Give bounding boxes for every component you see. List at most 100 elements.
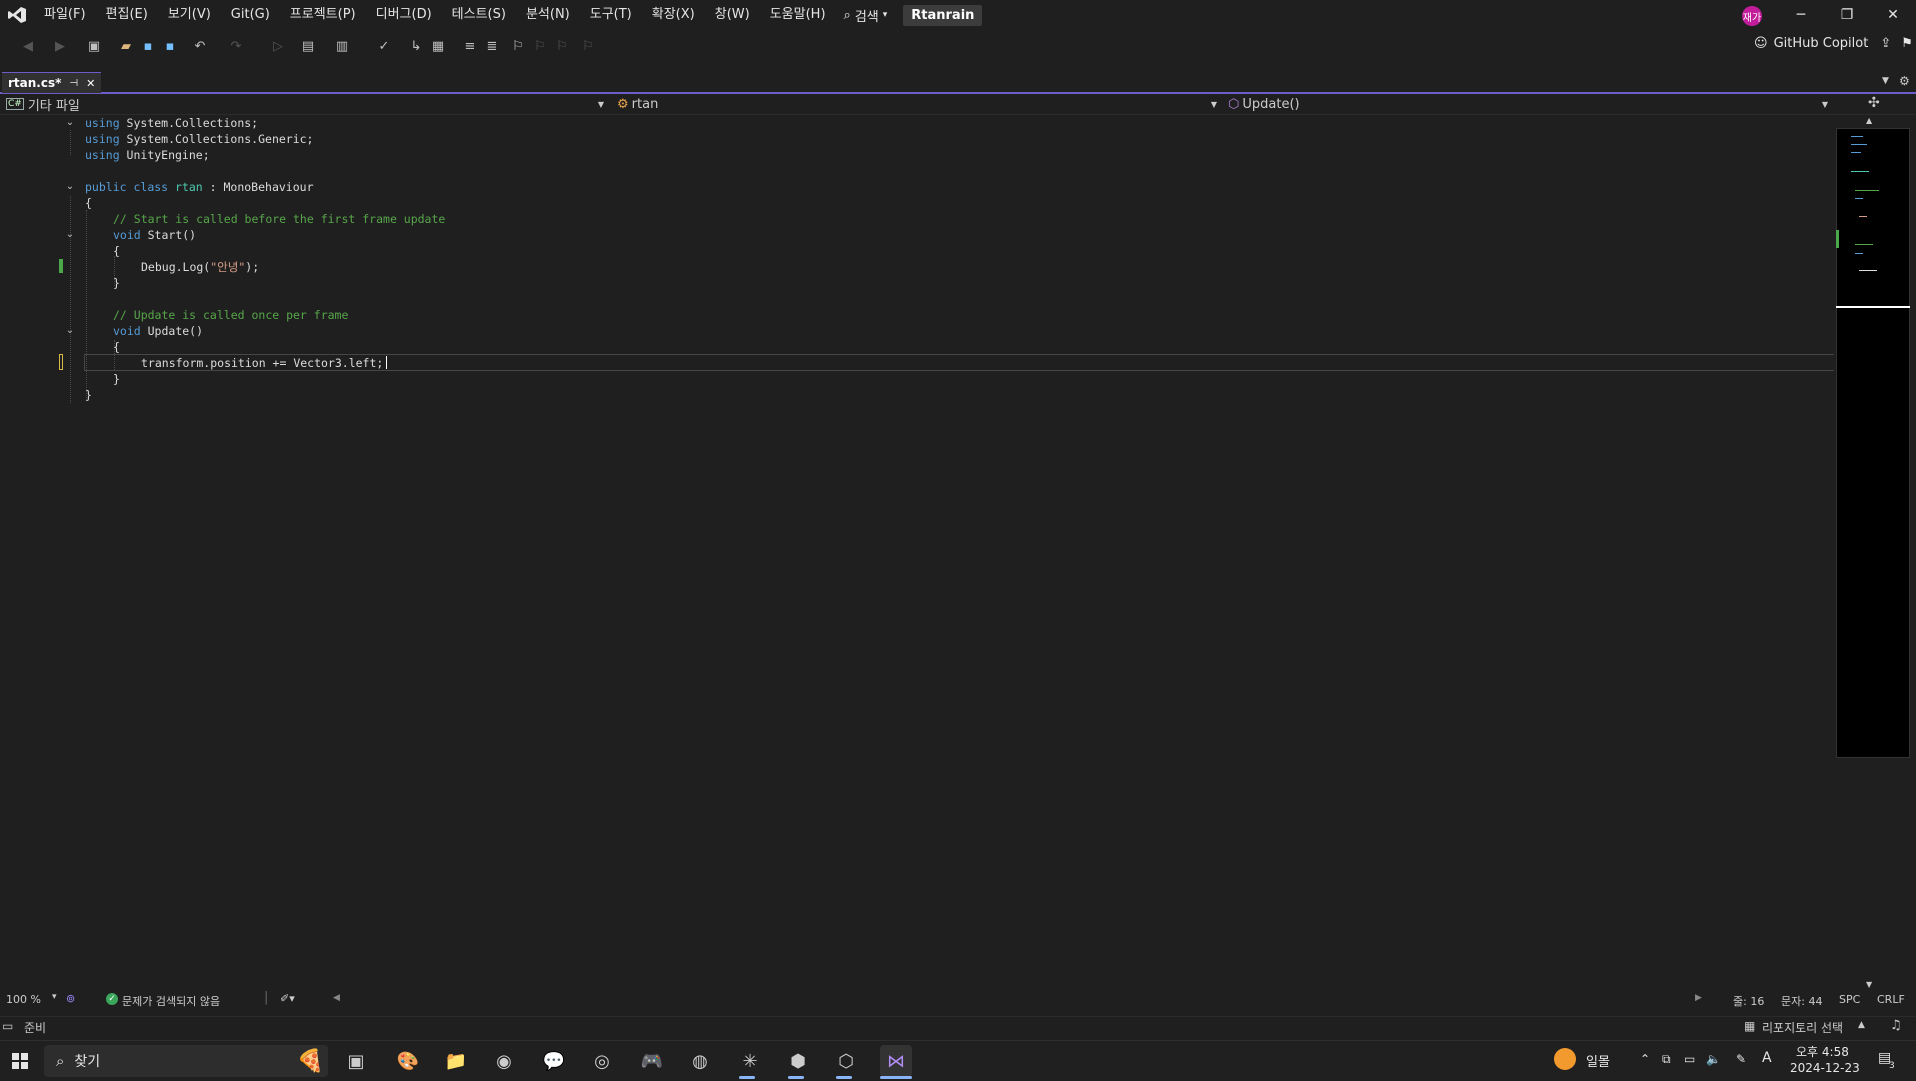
menu-extensions[interactable]: 확장(X) (642, 0, 705, 30)
layout-icon[interactable]: ▥ (332, 36, 352, 56)
input-method-indicator[interactable]: A (1762, 1050, 1772, 1066)
menu-help[interactable]: 도움말(H) (760, 0, 836, 30)
collapse-start-icon[interactable]: ⌄ (64, 229, 76, 241)
tab-rtan-cs[interactable]: rtan.cs* ⊣ ✕ (2, 72, 102, 93)
start-debug-icon[interactable]: ▷ (268, 36, 288, 56)
file-explorer-icon[interactable]: 📁 (440, 1045, 472, 1077)
chevron-up-icon[interactable]: ▲ (1858, 1020, 1865, 1030)
settings-gear-icon[interactable]: ⚙ (1899, 74, 1910, 88)
tray-expand-icon[interactable]: ⌃ (1640, 1052, 1650, 1066)
new-project-icon[interactable]: ▣ (84, 36, 104, 56)
scroll-up-icon[interactable]: ▲ (1866, 116, 1872, 125)
collapse-class-icon[interactable]: ⌄ (64, 181, 76, 193)
collapse-update-icon[interactable]: ⌄ (64, 325, 76, 337)
restore-button[interactable]: ❐ (1824, 0, 1870, 30)
member-dropdown[interactable]: ⬡ Update() ▼ (1228, 94, 1832, 114)
code-cleanup-icon[interactable]: ✐▾ (280, 992, 295, 1005)
tray-app-icon[interactable]: ⧉ (1662, 1052, 1671, 1067)
kakaotalk-icon[interactable]: 💬 (538, 1045, 570, 1077)
menu-debug[interactable]: 디버그(D) (366, 0, 442, 30)
system-app-icon[interactable]: ◎ (586, 1045, 618, 1077)
task-view-icon[interactable]: ▣ (340, 1045, 372, 1077)
save-icon[interactable]: ▪ (138, 36, 158, 56)
windows-start-icon[interactable] (4, 1045, 36, 1077)
chrome-icon[interactable]: ◉ (488, 1045, 520, 1077)
next-bookmark-icon[interactable]: ⚐ (552, 36, 572, 56)
pin-icon[interactable]: ⊣ (69, 78, 78, 89)
back-icon[interactable]: ◀ (18, 36, 38, 56)
select-repository-button[interactable]: 리포지토리 선택 (1762, 1019, 1843, 1036)
search-menu[interactable]: ⌕ 검색 ▾ (836, 0, 896, 30)
redo-icon[interactable]: ↷ (226, 36, 246, 56)
issues-status[interactable]: 문제가 검색되지 않음 (122, 993, 220, 1009)
minimize-button[interactable]: ─ (1778, 0, 1824, 30)
zoom-level[interactable]: 100 % (6, 993, 41, 1006)
column-number[interactable]: 문자: 44 (1781, 993, 1822, 1009)
comment-icon[interactable]: ≡ (460, 36, 480, 56)
menu-view[interactable]: 보기(V) (158, 0, 221, 30)
restore-icon: ❐ (1840, 7, 1854, 23)
close-button[interactable]: ✕ (1870, 0, 1916, 30)
menu-edit[interactable]: 편집(E) (96, 0, 158, 30)
code-editor[interactable] (0, 116, 1834, 992)
slack-icon[interactable]: ✳ (734, 1045, 766, 1077)
breakpoints-icon[interactable]: ▦ (428, 36, 448, 56)
menu-project[interactable]: 프로젝트(P) (280, 0, 366, 30)
code-line-9: { (113, 244, 120, 258)
menu-git[interactable]: Git(G) (221, 0, 280, 30)
notification-bell-icon[interactable]: ♫ (1890, 1018, 1902, 1033)
unity-hub-icon[interactable]: ⬢ (782, 1045, 814, 1077)
indent-mode[interactable]: SPC (1839, 993, 1860, 1006)
intellicode-icon[interactable]: ⊚ (66, 992, 75, 1005)
clock-time[interactable]: 오후 4:58 (1796, 1043, 1849, 1060)
menu-test[interactable]: 테스트(S) (442, 0, 516, 30)
menu-tools[interactable]: 도구(T) (580, 0, 642, 30)
save-all-icon[interactable]: ▪ (160, 36, 180, 56)
prev-bookmark-icon[interactable]: ⚐ (530, 36, 550, 56)
solution-name: Rtanrain (903, 4, 983, 26)
visual-studio-taskbar-icon[interactable]: ⋈ (880, 1045, 912, 1077)
line-number[interactable]: 줄: 16 (1733, 993, 1764, 1009)
undo-icon[interactable]: ↶ (190, 36, 210, 56)
scroll-right-icon[interactable]: ▶ (1695, 993, 1702, 1003)
discord-icon[interactable]: 🎮 (636, 1045, 668, 1077)
split-editor-icon[interactable]: ✣ (1868, 95, 1880, 111)
output-icon[interactable]: ▭ (2, 1019, 13, 1033)
forward-icon[interactable]: ▶ (50, 36, 70, 56)
uncomment-icon[interactable]: ≣ (482, 36, 502, 56)
menu-window[interactable]: 창(W) (705, 0, 760, 30)
zoom-dropdown-icon[interactable]: ▾ (52, 992, 57, 1002)
member-dropdown-label: Update() (1242, 96, 1300, 112)
menu-analyze[interactable]: 분석(N) (516, 0, 580, 30)
clear-bookmarks-icon[interactable]: ⚐ (578, 36, 598, 56)
step-icon[interactable]: ↳ (406, 36, 426, 56)
weather-sun-icon[interactable] (1554, 1048, 1576, 1070)
network-icon[interactable]: ▭ (1684, 1052, 1695, 1066)
tab-list-dropdown-icon[interactable]: ▼ (1882, 76, 1889, 86)
unity-editor-icon[interactable]: ⬡ (830, 1045, 862, 1077)
github-copilot-button[interactable]: ☺ GitHub Copilot ⇪ ⚑ (1754, 36, 1913, 51)
app-icon[interactable]: ◍ (684, 1045, 716, 1077)
avatar[interactable]: 재가 (1742, 6, 1762, 26)
bookmark-icon[interactable]: ⚐ (508, 36, 528, 56)
solution-explorer-icon[interactable]: ▤ (298, 36, 318, 56)
taskbar-search-box[interactable]: ⌕ 찾기 🍕 (44, 1045, 328, 1077)
weather-label[interactable]: 일몰 (1586, 1051, 1610, 1070)
open-folder-icon[interactable]: ▰ (116, 36, 136, 56)
type-dropdown[interactable]: ⚙ rtan ▼ (617, 94, 1217, 114)
project-dropdown[interactable]: C# 기타 파일 ▼ (6, 94, 610, 114)
line-ending[interactable]: CRLF (1877, 993, 1905, 1006)
pen-icon[interactable]: ✎ (1736, 1052, 1746, 1066)
code-line-11: } (113, 276, 120, 290)
scroll-down-icon[interactable]: ▼ (1866, 980, 1872, 989)
scroll-left-icon[interactable]: ◀ (333, 993, 340, 1003)
volume-icon[interactable]: 🔈 (1706, 1052, 1721, 1066)
spellcheck-icon[interactable]: ✓ (374, 36, 394, 56)
close-tab-icon[interactable]: ✕ (86, 77, 95, 90)
clock-date[interactable]: 2024-12-23 (1790, 1061, 1860, 1075)
search-highlight-icon: 🍕 (296, 1048, 324, 1074)
collapse-usings-icon[interactable]: ⌄ (64, 117, 76, 129)
code-minimap[interactable] (1836, 128, 1910, 758)
menu-file[interactable]: 파일(F) (34, 0, 96, 30)
paint-app-icon[interactable]: 🎨 (392, 1045, 424, 1077)
